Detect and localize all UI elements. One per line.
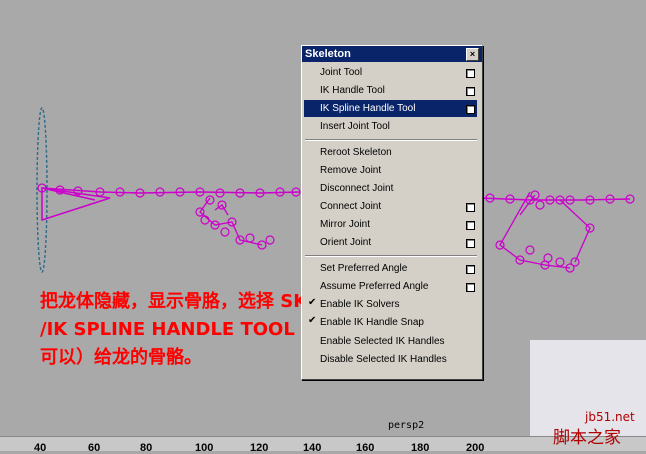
close-icon[interactable]: ×: [466, 48, 479, 61]
menu-item-connect-joint[interactable]: Connect Joint: [304, 198, 477, 215]
menu-item-insert-joint-tool[interactable]: Insert Joint Tool: [304, 118, 477, 135]
leg-right: [499, 191, 591, 269]
option-box-icon[interactable]: [466, 221, 475, 230]
joint-marker[interactable]: [265, 235, 275, 245]
option-box-icon[interactable]: [466, 105, 475, 114]
joint-marker[interactable]: [555, 257, 565, 267]
maya-viewport[interactable]: persp2 把龙体隐藏，显示骨胳，选择 SKELETON /IK SPLINE…: [0, 0, 646, 454]
joint-marker[interactable]: [200, 215, 210, 225]
timeline-tick-label: 180: [411, 442, 430, 454]
menu-item-mirror-joint[interactable]: Mirror Joint: [304, 216, 477, 233]
timeline-tick-label: 80: [140, 442, 153, 454]
joint-marker[interactable]: [543, 253, 553, 263]
menu-item-joint-tool[interactable]: Joint Tool: [304, 64, 477, 81]
timeline-tick-label: 60: [88, 442, 101, 454]
option-box-icon[interactable]: [466, 283, 475, 292]
menu-title: Skeleton: [305, 48, 351, 60]
menu-item-ik-handle-tool[interactable]: IK Handle Tool: [304, 82, 477, 99]
check-icon: ✔: [308, 297, 317, 308]
skeleton-menu[interactable]: Skeleton × Joint Tool IK Handle Tool IK Sp…: [301, 45, 483, 380]
menu-item-assume-preferred-angle[interactable]: Assume Preferred Angle: [304, 278, 477, 295]
annotation-line-3: 可以）给龙的骨骼。: [40, 347, 202, 368]
menu-item-remove-joint[interactable]: Remove Joint: [304, 162, 477, 179]
menu-item-enable-selected-ik-handles[interactable]: Enable Selected IK Handles: [304, 333, 477, 350]
menu-item-orient-joint[interactable]: Orient Joint: [304, 234, 477, 251]
menu-item-ik-spline-handle-tool[interactable]: IK Spline Handle Tool: [304, 100, 477, 117]
check-icon: ✔: [308, 315, 317, 326]
time-slider[interactable]: 40 60 80 100 120 140 160 180 200: [0, 436, 646, 454]
option-box-icon[interactable]: [466, 203, 475, 212]
timeline-tick-label: 140: [303, 442, 322, 454]
joint-marker[interactable]: [525, 245, 535, 255]
menu-item-enable-ik-solvers[interactable]: Enable IK Solvers: [304, 296, 477, 313]
option-box-icon[interactable]: [466, 69, 475, 78]
menu-separator: [305, 139, 477, 141]
menu-item-disconnect-joint[interactable]: Disconnect Joint: [304, 180, 477, 197]
joint-marker[interactable]: [535, 200, 545, 210]
menu-item-set-preferred-angle[interactable]: Set Preferred Angle: [304, 260, 477, 277]
joint-marker[interactable]: [245, 233, 255, 243]
watermark-site: jb51.net: [585, 410, 635, 424]
timeline-tick-label: 100: [195, 442, 214, 454]
option-box-icon[interactable]: [466, 239, 475, 248]
menu-title-bar[interactable]: Skeleton ×: [302, 46, 482, 62]
watermark-name: 脚本之家: [553, 428, 621, 448]
timeline-tick-label: 40: [34, 442, 47, 454]
menu-item-reroot-skeleton[interactable]: Reroot Skeleton: [304, 144, 477, 161]
option-box-icon[interactable]: [466, 265, 475, 274]
menu-separator: [305, 255, 477, 257]
timeline-tick-label: 200: [466, 442, 485, 454]
joint-marker[interactable]: [220, 227, 230, 237]
camera-label: persp2: [388, 420, 425, 431]
timeline-tick-label: 160: [356, 442, 375, 454]
menu-item-disable-selected-ik-handles[interactable]: Disable Selected IK Handles: [304, 351, 477, 368]
timeline-tick-label: 120: [250, 442, 269, 454]
menu-item-enable-ik-handle-snap[interactable]: Enable IK Handle Snap: [304, 314, 477, 331]
option-box-icon[interactable]: [466, 87, 475, 96]
